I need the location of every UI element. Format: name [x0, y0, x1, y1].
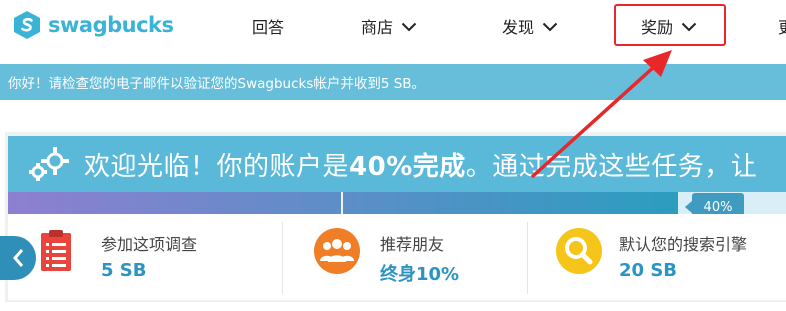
- verify-email-notice: 你好！请检查您的电子邮件以验证您的Swagbucks帐户并收到5 SB。: [0, 64, 786, 100]
- nav-item-answer[interactable]: 回答: [252, 13, 284, 39]
- task-title: 默认您的搜索引擎: [619, 235, 748, 254]
- task-reward: 5 SB: [101, 260, 147, 281]
- rewards-highlight-box: [614, 4, 726, 46]
- nav-item-more[interactable]: 更: [778, 13, 786, 39]
- welcome-banner: 欢迎光临！你的账户是40%完成。通过完成这些任务，让: [8, 136, 786, 192]
- survey-clipboard-icon: [41, 230, 71, 271]
- task-card-search-engine[interactable]: 默认您的搜索引擎 20 SB: [528, 214, 786, 300]
- welcome-percent: 40%完成: [349, 151, 466, 182]
- account-progress-bar: [8, 192, 786, 214]
- swagbucks-logo-icon: [14, 11, 40, 39]
- logo-text: swagbucks: [48, 13, 174, 37]
- top-header: swagbucks 回答 商店 发现 奖励 更: [0, 0, 786, 52]
- task-card-refer[interactable]: 推荐朋友 终身10%: [283, 214, 527, 300]
- chevron-left-icon: [13, 249, 24, 267]
- welcome-text-before: 欢迎光临！你的账户是: [84, 151, 350, 182]
- task-title: 推荐朋友: [380, 235, 445, 254]
- task-card-survey[interactable]: 参加这项调查 5 SB: [8, 214, 282, 300]
- nav-item-discover[interactable]: 发现: [502, 13, 558, 39]
- chevron-down-icon: [401, 17, 417, 36]
- nav-item-discover-label: 发现: [502, 18, 535, 37]
- task-reward: 终身10%: [380, 264, 460, 285]
- magnifier-icon: [556, 228, 602, 274]
- nav-item-answer-label: 回答: [252, 18, 285, 37]
- swagbucks-logo[interactable]: swagbucks: [12, 8, 174, 42]
- chevron-down-icon: [542, 17, 558, 36]
- nav-item-more-label: 更: [778, 14, 786, 38]
- gears-icon: [29, 147, 69, 181]
- task-title: 参加这项调查: [101, 235, 198, 254]
- progress-fill: [8, 192, 678, 214]
- task-cards: 参加这项调查 5 SB 推荐朋友 终身10% 默认您的搜索引擎 20 SB: [8, 214, 786, 300]
- nav-item-shop[interactable]: 商店: [361, 13, 417, 39]
- notice-text: 你好！请检查您的电子邮件以验证您的Swagbucks帐户并收到5 SB。: [8, 76, 426, 92]
- people-group-icon: [314, 228, 360, 274]
- progress-milestone-tick: [341, 192, 343, 214]
- page-root: swagbucks 回答 商店 发现 奖励 更 你好: [0, 0, 786, 311]
- nav-item-shop-label: 商店: [361, 18, 394, 37]
- welcome-text: 欢迎光临！你的账户是40%完成。通过完成这些任务，让: [84, 146, 757, 183]
- welcome-text-after: 。通过完成这些任务，让: [465, 151, 758, 182]
- task-reward: 20 SB: [619, 260, 677, 281]
